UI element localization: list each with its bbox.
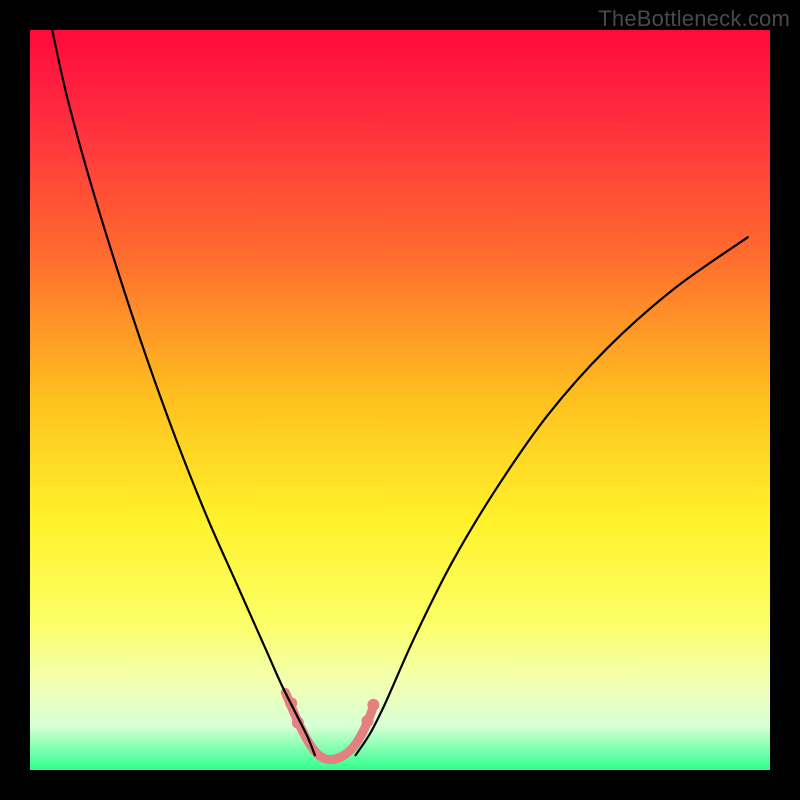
plot-background — [30, 30, 770, 770]
bottleneck-chart — [0, 0, 800, 800]
watermark-text: TheBottleneck.com — [598, 6, 790, 32]
marker-dot — [361, 715, 373, 727]
chart-stage: TheBottleneck.com — [0, 0, 800, 800]
marker-dot — [367, 699, 379, 711]
